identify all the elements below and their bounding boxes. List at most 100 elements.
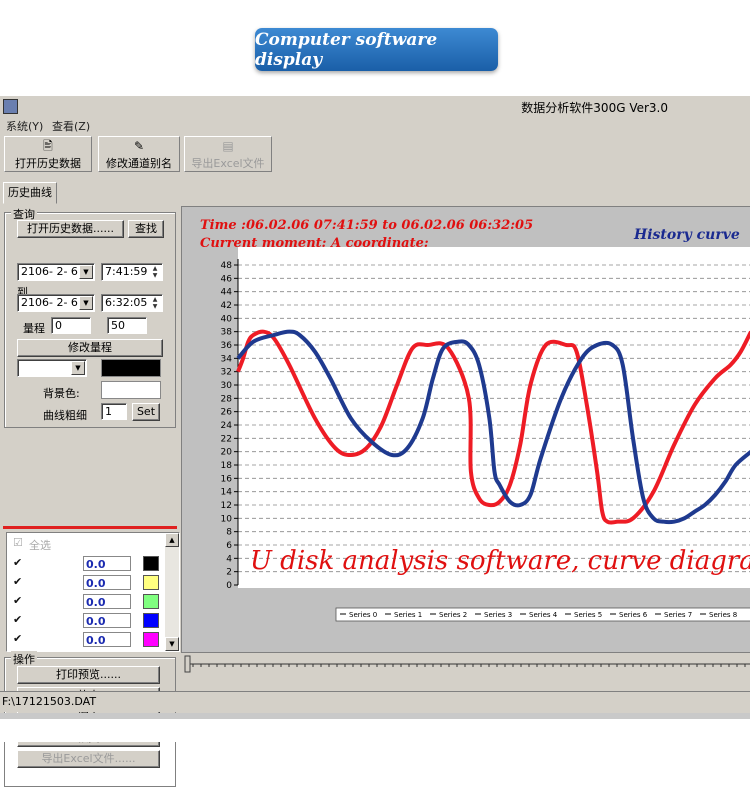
export-excel-file-button[interactable]: 导出Excel文件......	[17, 750, 160, 768]
channel-row[interactable]: ✔ 0.0	[7, 612, 165, 631]
chevron-down-icon[interactable]: ▼	[79, 265, 93, 279]
scroll-thumb[interactable]	[184, 655, 191, 673]
query-group: 查询 打开历史数据...... 查找 2106- 2- 6 ▼ 7:41:59 …	[4, 206, 176, 428]
channel-value: 0.0	[83, 556, 131, 571]
scroll-up-icon[interactable]: ▲	[165, 533, 179, 547]
legend-item: Series 0	[349, 611, 377, 619]
legend-item: Series 2	[439, 611, 467, 619]
channel-color[interactable]	[143, 594, 159, 609]
open-history-label: 打开历史数据	[15, 157, 81, 170]
channel-value: 0.0	[83, 632, 131, 647]
title-bar: 数据分析软件300G Ver3.0	[0, 96, 750, 116]
set-button[interactable]: Set	[132, 403, 160, 421]
start-date-picker[interactable]: 2106- 2- 6 ▼	[17, 263, 95, 281]
range-max-input[interactable]: 50	[107, 317, 147, 334]
checkbox-icon[interactable]: ✔	[13, 633, 23, 644]
rename-channel-button[interactable]: ✎ 修改通道别名	[98, 136, 180, 172]
open-file-icon: 🖹	[43, 139, 53, 153]
open-history-data-button[interactable]: 打开历史数据......	[17, 220, 124, 238]
legend-item: Series 1	[394, 611, 422, 619]
channel-row[interactable]: ✔ 0.0	[7, 593, 165, 612]
checkbox-icon[interactable]: ☑	[13, 537, 23, 548]
end-time-picker[interactable]: 6:32:05 ▲ ▼	[101, 294, 163, 312]
channel-color[interactable]	[143, 556, 159, 571]
spinner-icon[interactable]: ▲ ▼	[149, 296, 161, 310]
checkbox-icon[interactable]: ✔	[13, 614, 23, 625]
overlay-caption: U disk analysis software, curve diagram	[250, 546, 750, 576]
channel-row[interactable]: ✔ 0.0	[7, 631, 165, 650]
time-scrollbar[interactable]	[181, 654, 750, 674]
left-panel: 查询 打开历史数据...... 查找 2106- 2- 6 ▼ 7:41:59 …	[3, 204, 180, 787]
y-tick-label: 22	[221, 434, 232, 444]
status-file-path: F:\17121503.DAT	[2, 695, 97, 708]
y-tick-label: 24	[221, 421, 233, 431]
channel-value: 0.0	[83, 575, 131, 590]
spinner-icon[interactable]: ▲ ▼	[149, 265, 161, 279]
history-chart: Time :06.02.06 07:41:59 to 06.02.06 06:3…	[200, 218, 750, 622]
taskbar	[0, 713, 750, 742]
tab-bar: 历史曲线	[0, 182, 750, 204]
start-time-picker[interactable]: 7:41:59 ▲ ▼	[101, 263, 163, 281]
legend-item: Series 5	[574, 611, 602, 619]
channel-row[interactable]: ✔ 0.0	[7, 574, 165, 593]
y-tick-label: 36	[221, 341, 233, 351]
open-history-button[interactable]: 🖹 打开历史数据	[4, 136, 92, 172]
channel-color[interactable]	[143, 575, 159, 590]
channel-value: 0.0	[83, 594, 131, 609]
toolbar: 🖹 打开历史数据 ✎ 修改通道别名 ▤ 导出Excel文件	[0, 134, 750, 174]
range-label: 量程	[23, 322, 45, 335]
checkbox-icon[interactable]: ✔	[13, 595, 23, 606]
channel-color[interactable]	[143, 613, 159, 628]
y-tick-label: 6	[226, 541, 232, 551]
curve-color-swatch[interactable]	[101, 359, 161, 377]
y-tick-label: 16	[221, 474, 233, 484]
tab-history-curve[interactable]: 历史曲线	[3, 182, 57, 204]
export-excel-button[interactable]: ▤ 导出Excel文件	[184, 136, 272, 172]
legend-item: Series 4	[529, 611, 558, 619]
time-range-label: Time :06.02.06 07:41:59 to 06.02.06 06:3…	[200, 218, 533, 233]
y-tick-label: 0	[226, 581, 232, 591]
rename-channel-label: 修改通道别名	[106, 157, 172, 170]
y-tick-label: 12	[221, 501, 232, 511]
color-select[interactable]: ▼	[17, 359, 87, 377]
channel-color[interactable]	[143, 632, 159, 647]
select-all-row[interactable]: ☑ 全选	[7, 535, 165, 554]
legend-item: Series 3	[484, 611, 512, 619]
y-tick-label: 26	[221, 408, 233, 418]
chart-area: Time :06.02.06 07:41:59 to 06.02.06 06:3…	[181, 206, 750, 653]
channel-row[interactable]: ✔ 0.0	[7, 555, 165, 574]
y-tick-label: 38	[221, 328, 233, 338]
banner-text: Computer software display	[255, 29, 438, 70]
thickness-input[interactable]: 1	[101, 403, 127, 420]
channel-scrollbar[interactable]: ▲ ▼	[165, 533, 179, 651]
app-icon	[3, 99, 18, 114]
range-min-input[interactable]: 0	[51, 317, 91, 334]
y-tick-label: 4	[226, 554, 232, 564]
chevron-down-icon[interactable]: ▼	[71, 361, 85, 375]
menu-system[interactable]: 系统(Y)	[6, 118, 43, 134]
y-tick-label: 28	[221, 394, 233, 404]
start-time-value: 7:41:59	[105, 265, 148, 278]
end-date-picker[interactable]: 2106- 2- 6 ▼	[17, 294, 95, 312]
find-button[interactable]: 查找	[128, 220, 164, 238]
select-all-label: 全选	[29, 539, 51, 552]
app-window: 数据分析软件300G Ver3.0 系统(Y) 查看(Z) 🖹 打开历史数据 ✎…	[0, 96, 750, 787]
banner: Computer software display	[255, 28, 498, 71]
print-preview-button[interactable]: 打印预览......	[17, 666, 160, 684]
y-tick-label: 40	[221, 314, 233, 324]
y-tick-label: 14	[221, 488, 233, 498]
scroll-down-icon[interactable]: ▼	[165, 637, 179, 651]
y-tick-label: 34	[221, 354, 233, 364]
modify-range-button[interactable]: 修改量程	[17, 339, 163, 357]
bg-color-label: 背景色:	[43, 387, 80, 400]
y-tick-label: 10	[221, 514, 233, 524]
checkbox-icon[interactable]: ✔	[13, 557, 23, 568]
window-title: 数据分析软件300G Ver3.0	[521, 101, 668, 115]
chevron-down-icon[interactable]: ▼	[79, 296, 93, 310]
menu-view[interactable]: 查看(Z)	[52, 118, 90, 134]
bg-color-swatch[interactable]	[101, 381, 161, 399]
checkbox-icon[interactable]: ✔	[13, 576, 23, 587]
legend-item: Series 8	[709, 611, 737, 619]
start-date-value: 2106- 2- 6	[21, 265, 78, 278]
menu-bar: 系统(Y) 查看(Z)	[0, 116, 750, 134]
